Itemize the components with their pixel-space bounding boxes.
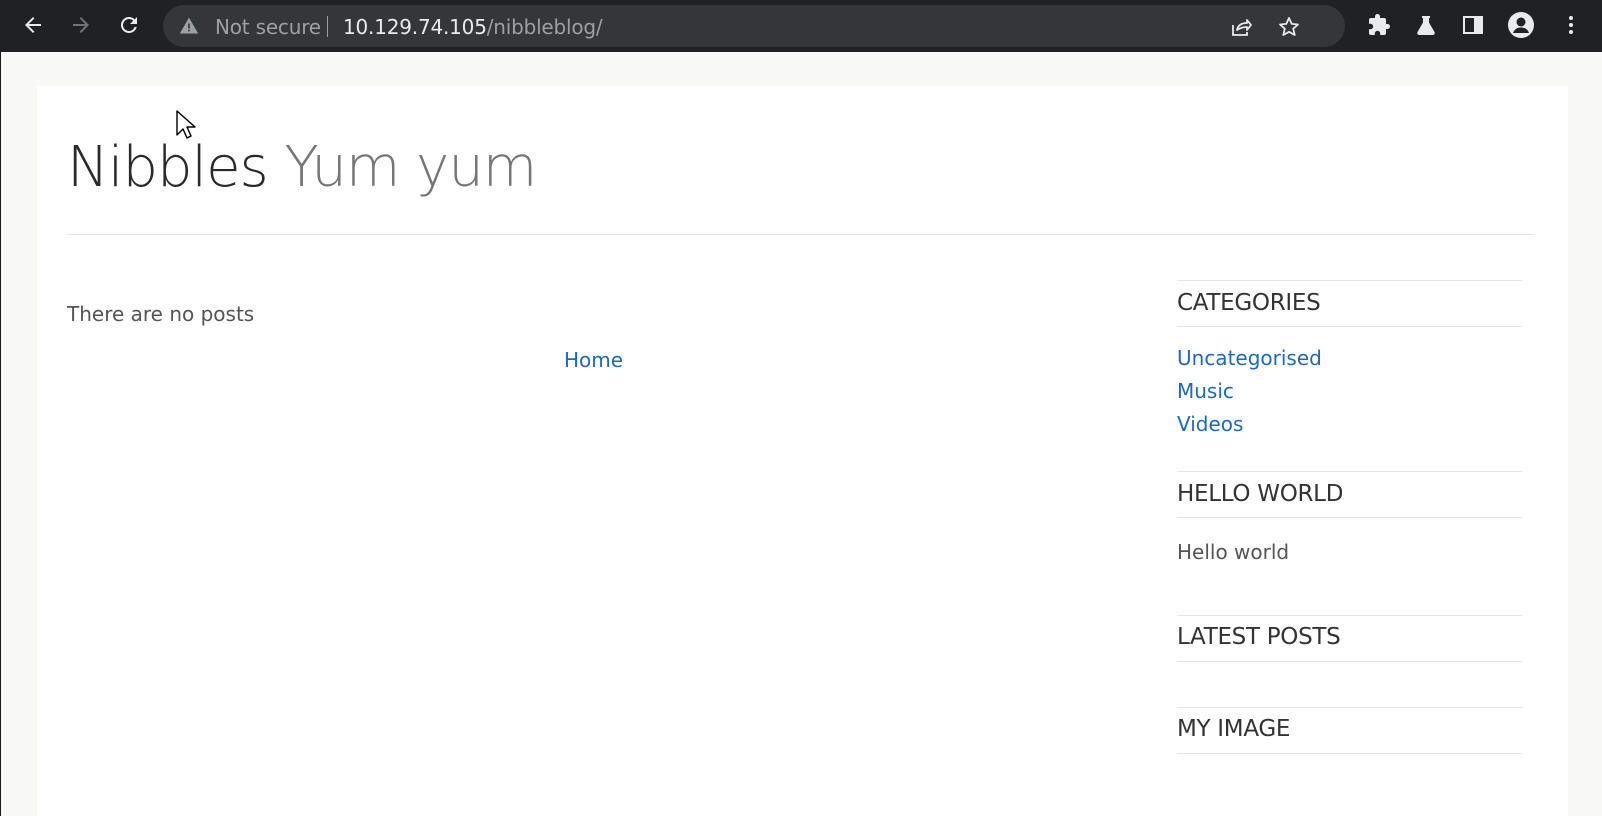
address-bar[interactable]: Not secure 10.129.74.105/nibbleblog/ xyxy=(163,5,1345,47)
no-posts-message: There are no posts xyxy=(67,302,255,326)
labs-flask-icon[interactable] xyxy=(1411,10,1441,40)
my-image-title: MY IMAGE xyxy=(1177,716,1291,742)
hello-world-text: Hello world xyxy=(1177,540,1290,564)
back-arrow-icon[interactable] xyxy=(18,10,48,40)
widget-divider xyxy=(1177,326,1522,327)
category-link-uncategorised[interactable]: Uncategorised xyxy=(1177,346,1322,370)
share-icon[interactable] xyxy=(1229,15,1253,39)
header-divider xyxy=(67,234,1535,235)
side-panel-icon[interactable] xyxy=(1458,10,1488,40)
window-edge xyxy=(0,52,1,816)
reload-icon[interactable] xyxy=(114,10,144,40)
mouse-cursor-icon xyxy=(176,110,198,140)
omnibox-separator xyxy=(327,16,328,37)
home-link[interactable]: Home xyxy=(564,348,623,372)
extensions-icon[interactable] xyxy=(1364,10,1394,40)
widget-divider xyxy=(1177,280,1522,281)
latest-posts-title: LATEST POSTS xyxy=(1177,624,1341,650)
url-path: /nibbleblog/ xyxy=(486,15,603,39)
widget-divider xyxy=(1177,707,1522,708)
forward-arrow-icon[interactable] xyxy=(66,10,96,40)
category-link-videos[interactable]: Videos xyxy=(1177,412,1243,436)
widget-divider xyxy=(1177,661,1522,662)
blog-slogan: Yum yum xyxy=(284,135,538,200)
widget-divider xyxy=(1177,471,1522,472)
blog-name[interactable]: Nibbles xyxy=(67,135,269,200)
blog-title[interactable]: Nibbles Yum yum xyxy=(67,135,538,200)
category-link-music[interactable]: Music xyxy=(1177,379,1234,403)
menu-kebab-icon[interactable] xyxy=(1556,10,1586,40)
warning-icon[interactable] xyxy=(179,16,199,36)
url-text[interactable]: 10.129.74.105/nibbleblog/ xyxy=(343,15,603,39)
url-host: 10.129.74.105 xyxy=(343,15,487,39)
star-icon[interactable] xyxy=(1277,15,1301,39)
widget-divider xyxy=(1177,615,1522,616)
profile-avatar-icon[interactable] xyxy=(1506,10,1536,40)
categories-title: CATEGORIES xyxy=(1177,290,1321,316)
security-status[interactable]: Not secure xyxy=(215,15,321,39)
hello-world-title: HELLO WORLD xyxy=(1177,481,1344,507)
widget-divider xyxy=(1177,517,1522,518)
browser-toolbar: Not secure 10.129.74.105/nibbleblog/ xyxy=(0,0,1602,52)
widget-divider xyxy=(1177,753,1522,754)
